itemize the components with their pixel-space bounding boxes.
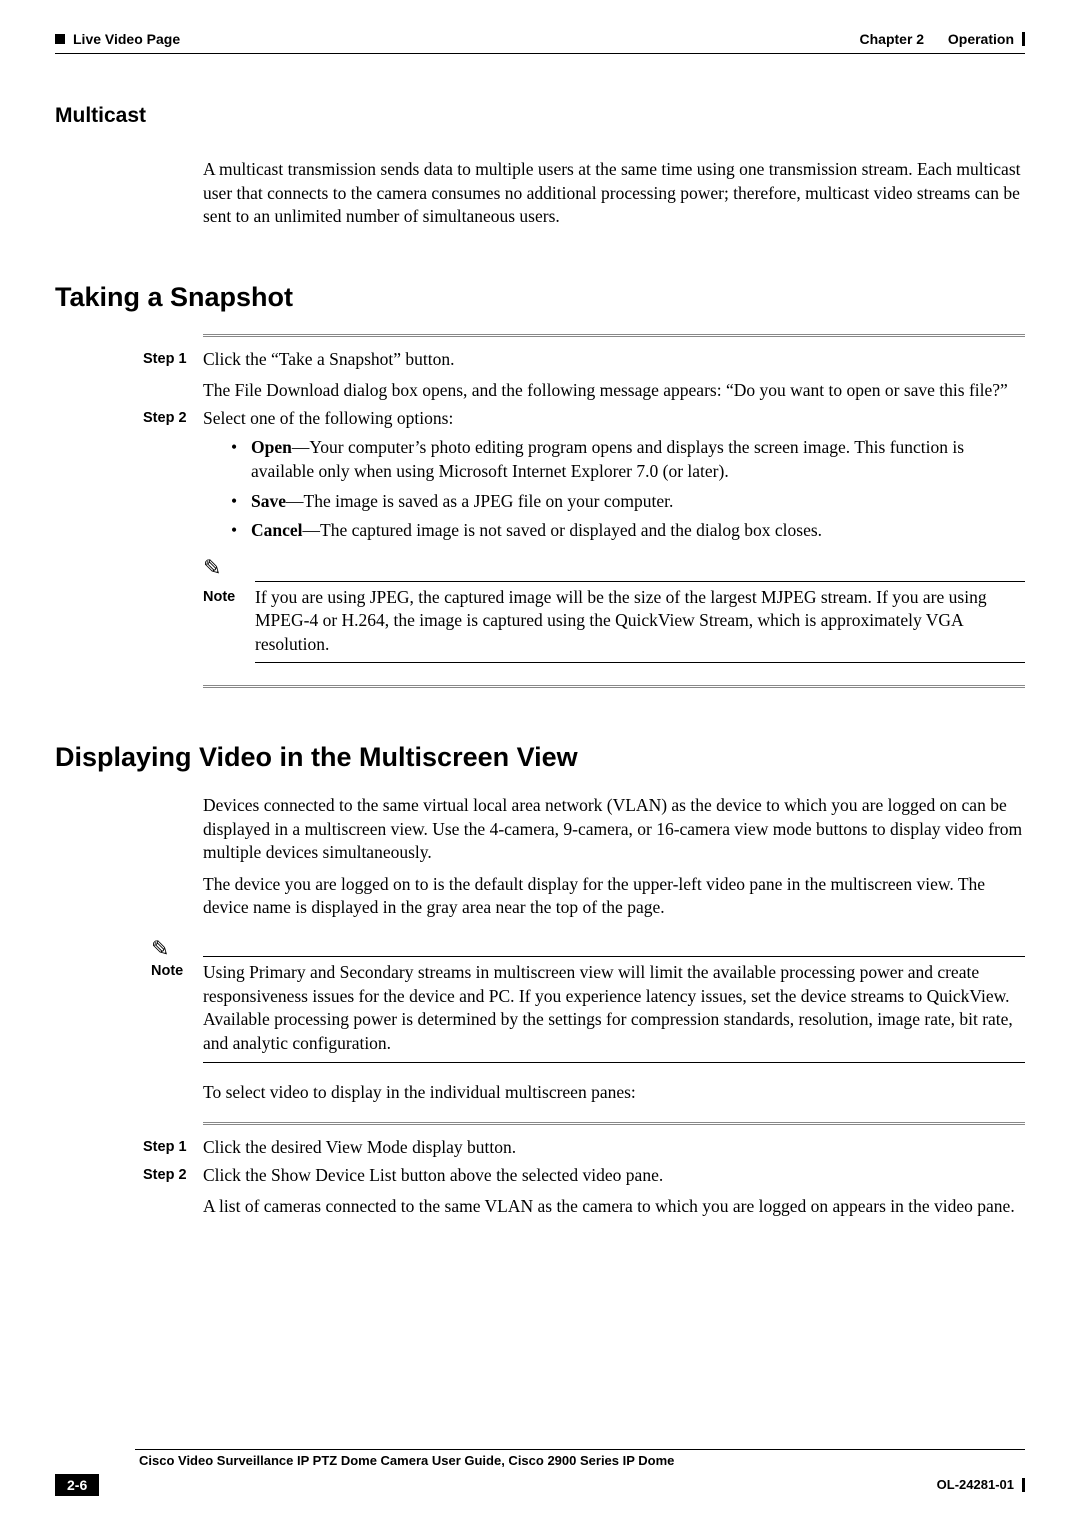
- multicast-heading: Multicast: [55, 102, 1025, 130]
- footer-bar-icon: [1022, 1478, 1025, 1492]
- snapshot-note-text: If you are using JPEG, the captured imag…: [255, 586, 1025, 657]
- snapshot-heading: Taking a Snapshot: [55, 279, 1025, 315]
- multiscreen-heading: Displaying Video in the Multiscreen View: [55, 739, 1025, 775]
- page-header: Live Video Page Chapter 2 Operation: [55, 30, 1025, 49]
- footer-doc-id: OL-24281-01: [937, 1476, 1014, 1494]
- header-marker-icon: [55, 34, 65, 44]
- header-rule: [55, 53, 1025, 54]
- step-label: Step 2: [143, 407, 203, 429]
- header-section-title: Live Video Page: [73, 30, 180, 49]
- multiscreen-p1: Devices connected to the same virtual lo…: [203, 794, 1025, 865]
- header-chapter-title: Operation: [948, 30, 1014, 49]
- snapshot-note: ✎ Note If you are using JPEG, the captur…: [203, 553, 1025, 664]
- multiscreen-note: ✎ Note Using Primary and Secondary strea…: [55, 934, 1025, 1063]
- page-footer: Cisco Video Surveillance IP PTZ Dome Cam…: [55, 1449, 1025, 1496]
- bullet-open: • Open—Your computer’s photo editing pro…: [231, 436, 1025, 483]
- multiscreen-step2-line2: A list of cameras connected to the same …: [203, 1195, 1025, 1219]
- header-chapter-label: Chapter 2: [860, 30, 925, 49]
- bullet-save: • Save—The image is saved as a JPEG file…: [231, 490, 1025, 514]
- snapshot-top-rule: [203, 334, 1025, 338]
- snapshot-step1-line2: The File Download dialog box opens, and …: [203, 379, 1025, 403]
- step-label: Step 1: [143, 348, 203, 370]
- multiscreen-steps-rule: [203, 1122, 1025, 1126]
- bullet-open-text: —Your computer’s photo editing program o…: [251, 437, 964, 481]
- page-number: 2-6: [55, 1474, 99, 1497]
- multiscreen-step1-text: Click the desired View Mode display butt…: [203, 1136, 1025, 1160]
- bullet-cancel-text: —The captured image is not saved or disp…: [303, 520, 823, 540]
- bullet-save-bold: Save: [251, 491, 286, 511]
- snapshot-step-2: Step 2 Select one of the following optio…: [55, 407, 1025, 431]
- multiscreen-note-text: Using Primary and Secondary streams in m…: [203, 961, 1025, 1056]
- snapshot-bottom-rule: [203, 685, 1025, 689]
- multiscreen-step2-line1: Click the Show Device List button above …: [203, 1164, 1025, 1188]
- document-page: Live Video Page Chapter 2 Operation Mult…: [0, 0, 1080, 1526]
- step-label: Step 1: [143, 1136, 203, 1158]
- note-label: Note: [203, 586, 255, 657]
- snapshot-step2-intro: Select one of the following options:: [203, 407, 1025, 431]
- snapshot-step-1: Step 1 Click the “Take a Snapshot” butto…: [55, 348, 1025, 403]
- pencil-icon: ✎: [203, 553, 1025, 583]
- pencil-icon: ✎: [151, 934, 203, 964]
- multiscreen-p3: To select video to display in the indivi…: [203, 1081, 1025, 1105]
- footer-guide-title: Cisco Video Surveillance IP PTZ Dome Cam…: [139, 1452, 1025, 1470]
- multiscreen-p2: The device you are logged on to is the d…: [203, 873, 1025, 920]
- bullet-save-text: —The image is saved as a JPEG file on yo…: [286, 491, 673, 511]
- multiscreen-step-1: Step 1 Click the desired View Mode displ…: [55, 1136, 1025, 1160]
- multicast-body: A multicast transmission sends data to m…: [203, 158, 1025, 229]
- step-label: Step 2: [143, 1164, 203, 1186]
- header-bar-icon: [1022, 32, 1025, 46]
- bullet-cancel-bold: Cancel: [251, 520, 303, 540]
- note-label: Note: [151, 962, 203, 982]
- bullet-open-bold: Open: [251, 437, 292, 457]
- bullet-cancel: • Cancel—The captured image is not saved…: [231, 519, 1025, 543]
- snapshot-step1-line1: Click the “Take a Snapshot” button.: [203, 348, 1025, 372]
- multiscreen-step-2: Step 2 Click the Show Device List button…: [55, 1164, 1025, 1219]
